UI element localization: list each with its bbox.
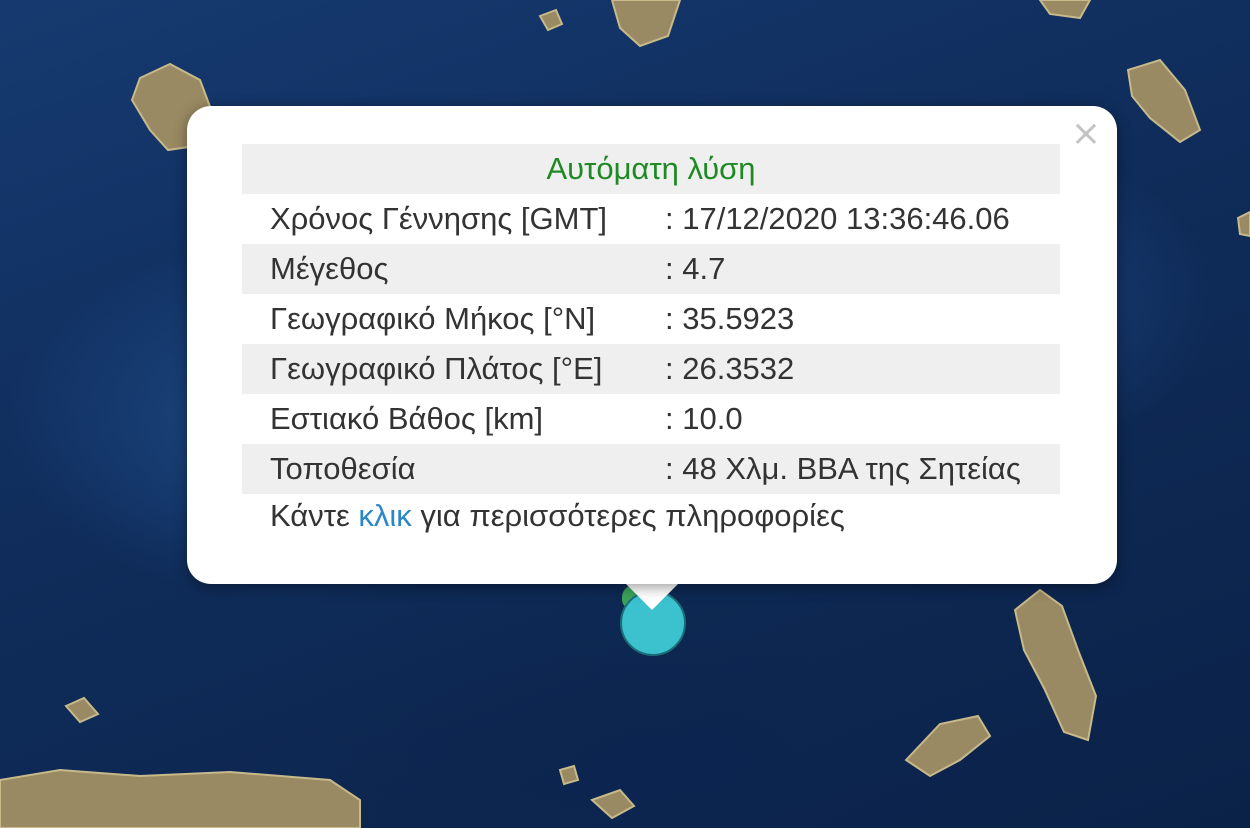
islet-3 (558, 764, 580, 786)
island-karpathos (1013, 588, 1098, 742)
row-label-latitude: Γεωγραφικό Μήκος [°N] (270, 301, 596, 336)
earthquake-info-table: Αυτόματη λύση Χρόνος Γέννησης [GMT] : 17… (242, 144, 1060, 494)
row-label-magnitude: Μέγεθος (242, 244, 665, 294)
island-right (1126, 58, 1202, 144)
earthquake-info-popup: × Αυτόματη λύση Χρόνος Γέννησης [GMT] : … (187, 106, 1117, 584)
island-kasos (904, 714, 992, 778)
popup-tip (624, 582, 680, 610)
row-value-magnitude: : 4.7 (665, 244, 1060, 294)
row-value-depth: : 10.0 (665, 401, 743, 436)
island-small-bottom (590, 788, 636, 820)
close-icon[interactable]: × (1071, 116, 1101, 152)
coast-crete (0, 768, 361, 828)
row-label-depth: Εστιακό Βάθος [km] (270, 401, 544, 436)
islet-2 (1236, 210, 1250, 238)
islet-1 (538, 8, 564, 32)
island-top-center (610, 0, 682, 48)
row-label-location: Τοποθεσία (242, 444, 665, 494)
row-value-latitude: : 35.5923 (665, 301, 795, 336)
more-info-text: Κάντε κλικ για περισσότερες πληροφορίες (270, 498, 845, 534)
island-top-right (1038, 0, 1092, 20)
island-small-left (64, 696, 100, 724)
popup-title: Αυτόματη λύση (242, 144, 1060, 194)
row-value-origin-time: : 17/12/2020 13:36:46.06 (665, 201, 1010, 236)
row-value-longitude: : 26.3532 (665, 344, 1060, 394)
row-label-longitude: Γεωγραφικό Πλάτος [°E] (242, 344, 665, 394)
row-value-location: : 48 Χλμ. ΒΒΑ της Σητείας (665, 444, 1060, 494)
more-info-suffix: για περισσότερες πληροφορίες (411, 498, 845, 533)
more-info-link[interactable]: κλικ (358, 498, 411, 533)
more-info-prefix: Κάντε (270, 498, 359, 533)
row-label-origin-time: Χρόνος Γέννησης [GMT] (270, 201, 608, 236)
